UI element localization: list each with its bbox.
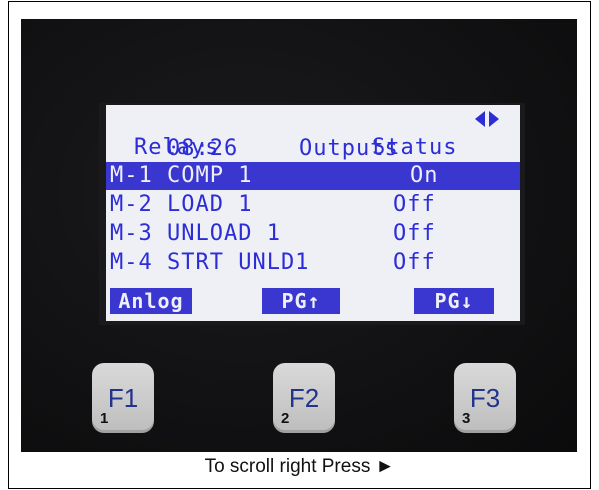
relay-status: Off [393, 250, 436, 275]
relay-name: M-2 LOAD 1 [110, 192, 253, 217]
relay-row[interactable]: M-3 UNLOAD 1 Off [106, 220, 520, 248]
left-right-arrows-icon [472, 105, 502, 133]
softkey-label-f1: Anlog [110, 288, 192, 314]
relay-status: On [410, 163, 439, 188]
relay-name: M-3 UNLOAD 1 [110, 221, 281, 246]
f1-key[interactable]: F1 1 [92, 363, 154, 433]
relay-name: M-4 STRT UNLD1 [110, 250, 310, 275]
f1-key-number: 1 [100, 410, 109, 427]
lcd-header: 08:26 [110, 107, 238, 161]
f3-key-number: 3 [462, 410, 471, 427]
relay-row-selected[interactable]: M-1 COMP 1 On [106, 162, 520, 190]
f2-key[interactable]: F2 2 [273, 363, 335, 433]
relay-status: Off [393, 221, 436, 246]
lcd-screen: 08:26 Outputs Relays Status M-1 COMP 1 O… [106, 105, 520, 321]
screen-title: Outputs [242, 107, 399, 161]
column-header-relays: Relays [134, 135, 220, 160]
relay-name: M-1 COMP 1 [110, 163, 253, 188]
relay-status: Off [393, 192, 436, 217]
f3-key[interactable]: F3 3 [454, 363, 516, 433]
column-header-status: Status [372, 135, 458, 160]
relay-row[interactable]: M-4 STRT UNLD1 Off [106, 249, 520, 277]
relay-row[interactable]: M-2 LOAD 1 Off [106, 191, 520, 219]
scroll-instruction-caption: To scroll right Press ► [204, 456, 395, 477]
softkey-label-f2: PG↑ [262, 288, 340, 314]
softkey-label-f3: PG↓ [414, 288, 494, 314]
f2-key-number: 2 [281, 410, 290, 427]
